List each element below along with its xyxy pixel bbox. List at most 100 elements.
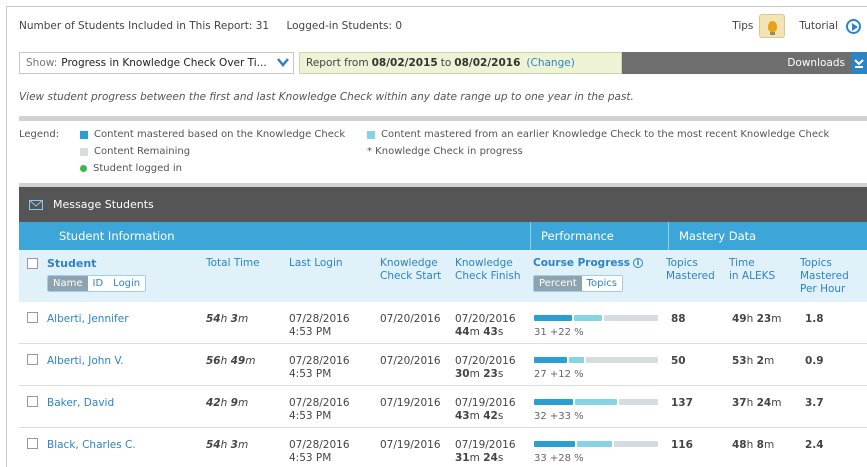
column-topics-mastered[interactable]: Topics Mastered (666, 257, 715, 283)
topics-per-hour: 3.7 (805, 397, 824, 409)
group-header: Student Information Performance Mastery … (19, 222, 867, 250)
mastered-earlier-segment (577, 441, 612, 447)
message-students-button[interactable]: Message Students (19, 187, 867, 222)
legend-label: Student logged in (93, 163, 182, 174)
report-frame: Number of Students Included in This Repo… (6, 6, 867, 467)
last-login: 07/28/2016 4:53 PM (289, 313, 350, 338)
legend-label: Content mastered based on the Knowledge … (94, 129, 346, 140)
topics-mastered: 88 (671, 313, 686, 325)
course-progress-label: 33 +28 % (534, 453, 584, 464)
legend-title: Legend: (19, 129, 60, 140)
group-mastery-data: Mastery Data (679, 229, 757, 243)
legend-label: Content Remaining (94, 146, 191, 157)
select-all-checkbox[interactable] (27, 258, 38, 273)
change-date-link[interactable]: (Change) (526, 57, 574, 69)
logged-in-dot-icon (80, 165, 87, 172)
column-topics-mastered-line1: Topics (666, 257, 698, 269)
tips-label: Tips (732, 20, 754, 32)
column-kc-finish-line2: Check Finish (455, 270, 521, 282)
legend-swatch (80, 147, 88, 156)
column-tmph-line3: Per Hour (800, 283, 846, 295)
topics-per-hour: 2.4 (805, 439, 824, 451)
toolbar: Tips Tutorial (732, 12, 867, 40)
tutorial-label: Tutorial (799, 20, 838, 32)
kc-start-date: 07/20/2016 (380, 313, 441, 325)
last-login: 07/28/2016 4:53 PM (289, 355, 350, 380)
total-time: 54h 3m (206, 313, 249, 325)
legend-swatch (80, 130, 88, 139)
topics-per-hour: 1.8 (805, 313, 824, 325)
time-in-aleks: 48h 8m (732, 439, 775, 451)
lightbulb-icon (767, 20, 777, 35)
column-total-time[interactable]: Total Time (206, 257, 260, 270)
course-progress-bar (534, 399, 660, 405)
divider (19, 116, 867, 121)
logged-in-count: Logged-in Students: 0 (286, 20, 403, 32)
info-icon[interactable]: i (633, 258, 644, 268)
envelope-icon (29, 199, 43, 210)
legend-label: * Knowledge Check in progress (367, 146, 523, 157)
column-student[interactable]: Student (47, 257, 96, 270)
course-progress-label: 32 +33 % (534, 411, 584, 422)
course-progress-label: 31 +22 % (534, 327, 584, 338)
student-name-link[interactable]: Alberti, John V. (47, 355, 124, 368)
column-course-progress-label: Course Progress (533, 257, 631, 269)
row-checkbox[interactable] (27, 396, 38, 411)
downloads-label: Downloads (787, 57, 845, 69)
date-from: 08/02/2015 (371, 57, 438, 69)
student-name-link[interactable]: Alberti, Jennifer (47, 313, 129, 326)
group-student-information: Student Information (59, 229, 175, 243)
report-type-dropdown[interactable]: Show: Progress in Knowledge Check Over T… (19, 52, 294, 74)
course-progress-label: 27 +12 % (534, 369, 584, 380)
kc-finish: 07/19/2016 43m 42s (455, 397, 516, 422)
kc-start-date: 07/19/2016 (380, 439, 441, 451)
toggle-login[interactable]: Login (108, 276, 146, 291)
column-course-progress[interactable]: Course Progress i (533, 257, 644, 270)
column-kc-start-line1: Knowledge (380, 257, 438, 269)
remaining-segment (618, 399, 658, 405)
row-checkbox[interactable] (27, 354, 38, 369)
column-topics-mastered-line2: Mastered (666, 270, 715, 282)
play-icon[interactable] (846, 18, 861, 34)
table-row: Baker, David 42h 9m 07/28/2016 4:53 PM 07/19… (19, 386, 867, 428)
column-kc-finish[interactable]: Knowledge Check Finish (455, 257, 521, 283)
topics-per-hour: 0.9 (805, 355, 824, 367)
report-description: View student progress between the first … (19, 91, 634, 103)
tips-button[interactable] (759, 14, 786, 38)
mastered-kc-segment (534, 357, 568, 363)
toggle-topics[interactable]: Topics (581, 276, 623, 291)
column-kc-start[interactable]: Knowledge Check Start (380, 257, 441, 283)
message-students-label: Message Students (53, 198, 154, 211)
show-label: Show: (26, 57, 58, 69)
total-time: 54h 3m (206, 439, 249, 451)
column-tmph-line2: Mastered (800, 270, 849, 282)
toggle-name[interactable]: Name (48, 276, 88, 291)
row-checkbox[interactable] (27, 312, 38, 327)
time-in-aleks: 49h 23m (732, 313, 782, 325)
column-time-in-aleks[interactable]: Time in ALEKS (729, 257, 775, 283)
remaining-segment (603, 315, 658, 321)
progress-display-toggle: Percent Topics (533, 275, 624, 292)
column-last-login[interactable]: Last Login (289, 257, 343, 270)
toggle-percent[interactable]: Percent (534, 276, 582, 291)
kc-finish: 07/19/2016 31m 24s (455, 439, 516, 464)
report-type-value: Progress in Knowledge Check Over Ti... (61, 57, 267, 69)
remaining-segment (613, 441, 658, 447)
column-tmph-line1: Topics (800, 257, 832, 269)
student-name-link[interactable]: Black, Charles C. (47, 439, 136, 452)
downloads-button[interactable]: Downloads (622, 52, 867, 74)
course-progress-bar (534, 315, 660, 321)
column-time-line2: in ALEKS (729, 270, 776, 282)
date-to-label: to (440, 57, 452, 69)
report-date-range: Report from 08/02/2015 to 08/02/2016 (Ch… (299, 52, 622, 74)
time-in-aleks: 53h 2m (732, 355, 775, 367)
row-checkbox[interactable] (27, 438, 38, 453)
mastered-kc-segment (534, 441, 576, 447)
legend-label: Content mastered from an earlier Knowled… (381, 129, 830, 140)
column-topics-per-hour[interactable]: Topics Mastered Per Hour (800, 257, 849, 296)
student-name-link[interactable]: Baker, David (47, 397, 114, 410)
total-time: 56h 49m (206, 355, 256, 367)
mastered-kc-segment (534, 399, 574, 405)
mastered-earlier-segment (569, 357, 585, 363)
toggle-id[interactable]: ID (87, 276, 109, 291)
